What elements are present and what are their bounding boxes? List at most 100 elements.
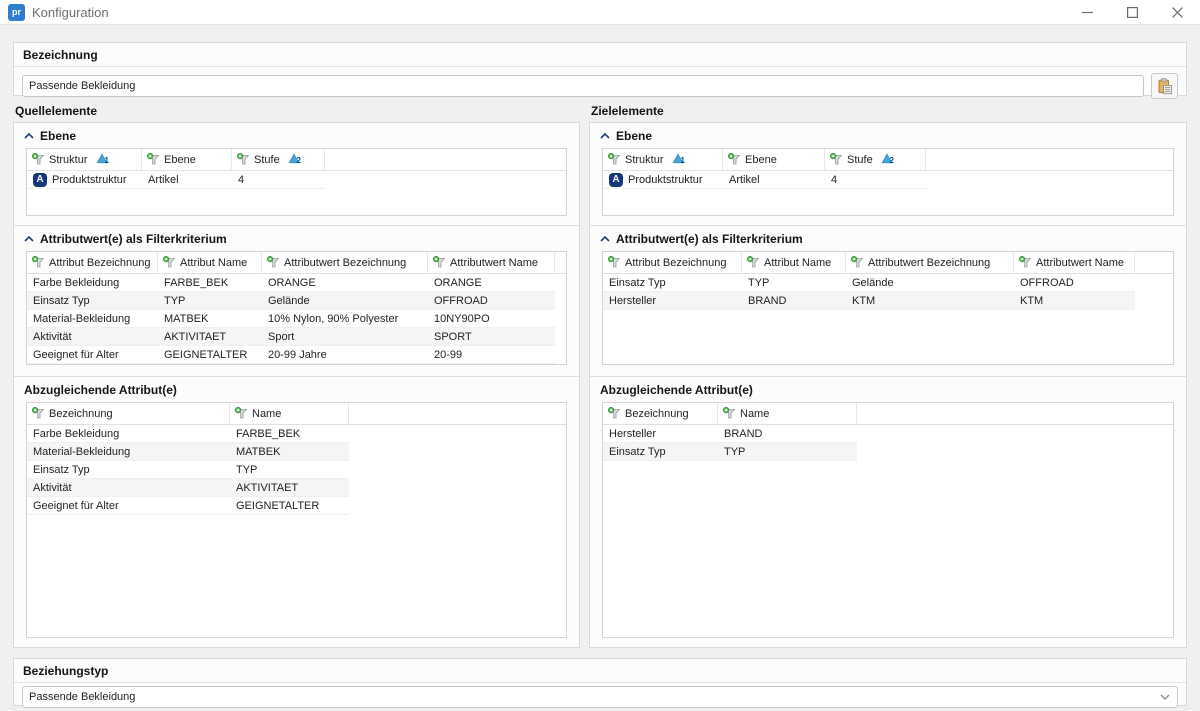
cell-text: ORANGE: [434, 277, 482, 289]
close-button[interactable]: [1155, 0, 1200, 24]
table-row[interactable]: Einsatz TypTYPGeländeOFFROAD: [27, 292, 555, 310]
paste-button[interactable]: [1151, 73, 1178, 99]
table-row[interactable]: AProduktstrukturArtikel4: [603, 171, 926, 189]
cell-text: Einsatz Typ: [33, 295, 90, 307]
column-header-bezeichnung[interactable]: Bezeichnung: [603, 403, 718, 424]
close-icon: [1172, 7, 1183, 18]
table-cell: TYP: [742, 274, 846, 291]
table-row[interactable]: Farbe BekleidungFARBE_BEK: [27, 425, 349, 443]
table-cell: ORANGE: [262, 274, 428, 291]
table-row[interactable]: Einsatz TypTYP: [27, 461, 349, 479]
table-cell: TYP: [230, 461, 349, 478]
filter-funnel-add-icon[interactable]: [608, 407, 621, 420]
table-row[interactable]: AktivitätAKTIVITAETSportSPORT: [27, 328, 555, 346]
column-header-attributwert-name[interactable]: Attributwert Name: [428, 252, 555, 273]
column-header-label: Name: [740, 408, 769, 420]
minimize-button[interactable]: [1065, 0, 1110, 24]
chevron-up-icon[interactable]: [24, 236, 34, 242]
cell-text: Artikel: [148, 174, 179, 186]
filter-funnel-add-icon[interactable]: [237, 153, 250, 166]
target-ebene-grid[interactable]: Struktur1EbeneStufe2AProduktstrukturArti…: [602, 148, 1174, 216]
target-filter-grid[interactable]: Attribut BezeichnungAttribut NameAttribu…: [602, 251, 1174, 365]
chevron-up-icon[interactable]: [600, 236, 610, 242]
column-header-attribut-bezeichnung[interactable]: Attribut Bezeichnung: [603, 252, 742, 273]
svg-text:1: 1: [680, 156, 685, 164]
table-cell: Gelände: [262, 292, 428, 309]
column-header-name[interactable]: Name: [230, 403, 349, 424]
section-title: Attributwert(e) als Filterkriterium: [40, 232, 227, 246]
filter-funnel-add-icon[interactable]: [851, 256, 864, 269]
window-title: Konfiguration: [32, 5, 109, 20]
sort-order-icon: 2: [881, 153, 895, 164]
filter-funnel-add-icon[interactable]: [723, 407, 736, 420]
target-filter-header[interactable]: Attributwert(e) als Filterkriterium: [590, 226, 1186, 249]
clipboard-paste-icon: [1157, 78, 1173, 95]
chevron-up-icon[interactable]: [24, 133, 34, 139]
column-header-stufe[interactable]: Stufe2: [232, 149, 325, 170]
cell-text: Sport: [268, 331, 294, 343]
filter-funnel-add-icon[interactable]: [32, 256, 45, 269]
column-header-ebene[interactable]: Ebene: [723, 149, 825, 170]
source-filter-grid[interactable]: Attribut BezeichnungAttribut NameAttribu…: [26, 251, 567, 365]
table-cell: AKTIVITAET: [230, 479, 349, 496]
table-row[interactable]: Einsatz TypTYPGeländeOFFROAD: [603, 274, 1135, 292]
table-row[interactable]: Material-BekleidungMATBEK: [27, 443, 349, 461]
table-row[interactable]: HerstellerBRANDKTMKTM: [603, 292, 1135, 310]
column-header-filler: [1135, 252, 1173, 273]
filter-funnel-add-icon[interactable]: [267, 256, 280, 269]
column-header-attributwert-name[interactable]: Attributwert Name: [1014, 252, 1135, 273]
column-header-attribut-bezeichnung[interactable]: Attribut Bezeichnung: [27, 252, 158, 273]
table-row[interactable]: Einsatz TypTYP: [603, 443, 857, 461]
filter-funnel-add-icon[interactable]: [747, 256, 760, 269]
filter-funnel-add-icon[interactable]: [728, 153, 741, 166]
column-header-struktur[interactable]: Struktur1: [603, 149, 723, 170]
column-header-label: Name: [252, 408, 281, 420]
filter-funnel-add-icon[interactable]: [147, 153, 160, 166]
source-ebene-section: Ebene Struktur1EbeneStufe2AProduktstrukt…: [14, 123, 579, 225]
beziehungstyp-select[interactable]: Passende Bekleidung: [22, 686, 1178, 708]
filter-funnel-add-icon[interactable]: [608, 153, 621, 166]
column-header-bezeichnung[interactable]: Bezeichnung: [27, 403, 230, 424]
column-header-stufe[interactable]: Stufe2: [825, 149, 926, 170]
column-header-name[interactable]: Name: [718, 403, 857, 424]
source-ebene-grid[interactable]: Struktur1EbeneStufe2AProduktstrukturArti…: [26, 148, 567, 216]
table-row[interactable]: Farbe BekleidungFARBE_BEKORANGEORANGE: [27, 274, 555, 292]
source-filter-header[interactable]: Attributwert(e) als Filterkriterium: [14, 226, 579, 249]
filter-funnel-add-icon[interactable]: [433, 256, 446, 269]
cell-text: MATBEK: [236, 446, 280, 458]
column-header-filler: [349, 403, 566, 424]
filter-funnel-add-icon[interactable]: [1019, 256, 1032, 269]
sort-indicator: 1: [92, 153, 110, 167]
filter-funnel-add-icon[interactable]: [608, 256, 621, 269]
table-row[interactable]: Material-BekleidungMATBEK10% Nylon, 90% …: [27, 310, 555, 328]
maximize-button[interactable]: [1110, 0, 1155, 24]
filter-funnel-add-icon[interactable]: [32, 153, 45, 166]
table-row[interactable]: AktivitätAKTIVITAET: [27, 479, 349, 497]
cell-text: Artikel: [729, 174, 760, 186]
filter-funnel-add-icon[interactable]: [235, 407, 248, 420]
target-column-label: Zielelemente: [591, 104, 664, 118]
filter-funnel-add-icon[interactable]: [830, 153, 843, 166]
column-header-struktur[interactable]: Struktur1: [27, 149, 142, 170]
target-match-grid[interactable]: Bezeichnung Name HerstellerBRANDEinsatz Ty…: [602, 402, 1174, 638]
column-header-ebene[interactable]: Ebene: [142, 149, 232, 170]
filter-funnel-add-icon[interactable]: [163, 256, 176, 269]
table-row[interactable]: HerstellerBRAND: [603, 425, 857, 443]
filter-funnel-add-icon[interactable]: [32, 407, 45, 420]
target-ebene-header[interactable]: Ebene: [590, 123, 1186, 146]
bezeichnung-input[interactable]: [22, 75, 1144, 97]
column-header-attribut-name[interactable]: Attribut Name: [742, 252, 846, 273]
table-row[interactable]: AProduktstrukturArtikel4: [27, 171, 325, 189]
source-match-grid[interactable]: Bezeichnung Name Farbe BekleidungFARBE_BEK…: [26, 402, 567, 638]
cell-text: AKTIVITAET: [236, 482, 298, 494]
cell-text: Farbe Bekleidung: [33, 428, 119, 440]
chevron-down-icon[interactable]: [1153, 694, 1177, 700]
chevron-up-icon[interactable]: [600, 133, 610, 139]
source-ebene-header[interactable]: Ebene: [14, 123, 579, 146]
column-header-attribut-name[interactable]: Attribut Name: [158, 252, 262, 273]
table-row[interactable]: Geeignet für AlterGEIGNETALTER20-99 Jahr…: [27, 346, 555, 364]
table-row[interactable]: Geeignet für AlterGEIGNETALTER: [27, 497, 349, 515]
column-header-attributwert-bezeichnung[interactable]: Attributwert Bezeichnung: [846, 252, 1014, 273]
column-header-filler: [857, 403, 1173, 424]
column-header-attributwert-bezeichnung[interactable]: Attributwert Bezeichnung: [262, 252, 428, 273]
